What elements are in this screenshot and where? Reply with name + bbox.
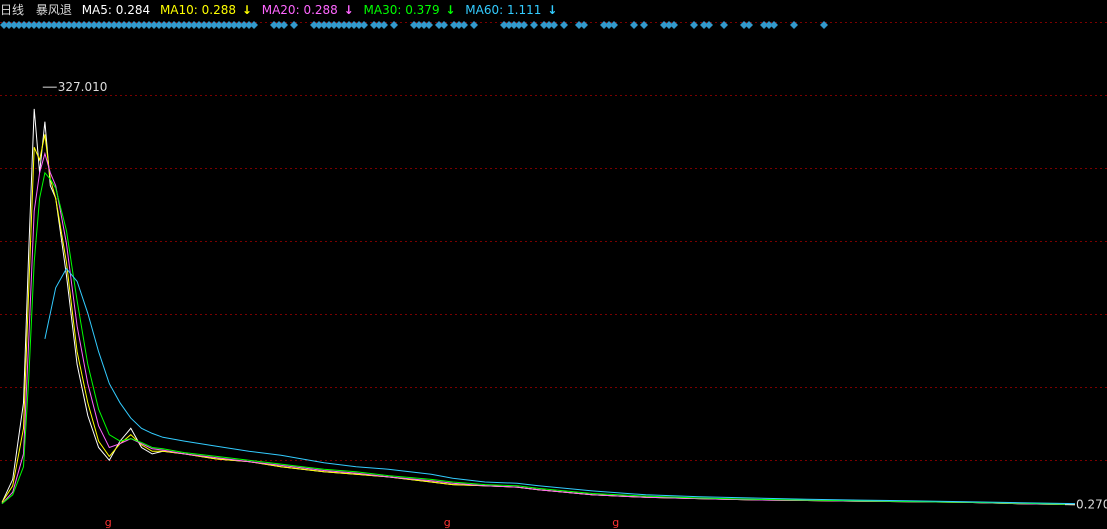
series-line-4 [44, 267, 1076, 505]
chart-window: 日线 暴风退 MA5: 0.284 MA10: 0.288 ↓ MA20: 0.… [0, 0, 1107, 529]
signal-marker-label: g [612, 516, 619, 529]
signal-marker-label: g [444, 516, 451, 529]
price-chart[interactable]: 327.010 0.270 g g g [0, 0, 1107, 529]
low-price-label: 0.270 [1076, 498, 1107, 512]
high-price-label: 327.010 [58, 80, 108, 94]
series-line-2 [1, 151, 1076, 506]
series-line-3 [1, 171, 1076, 505]
series-line-0 [1, 108, 1076, 506]
signal-marker-label: g [105, 516, 112, 529]
